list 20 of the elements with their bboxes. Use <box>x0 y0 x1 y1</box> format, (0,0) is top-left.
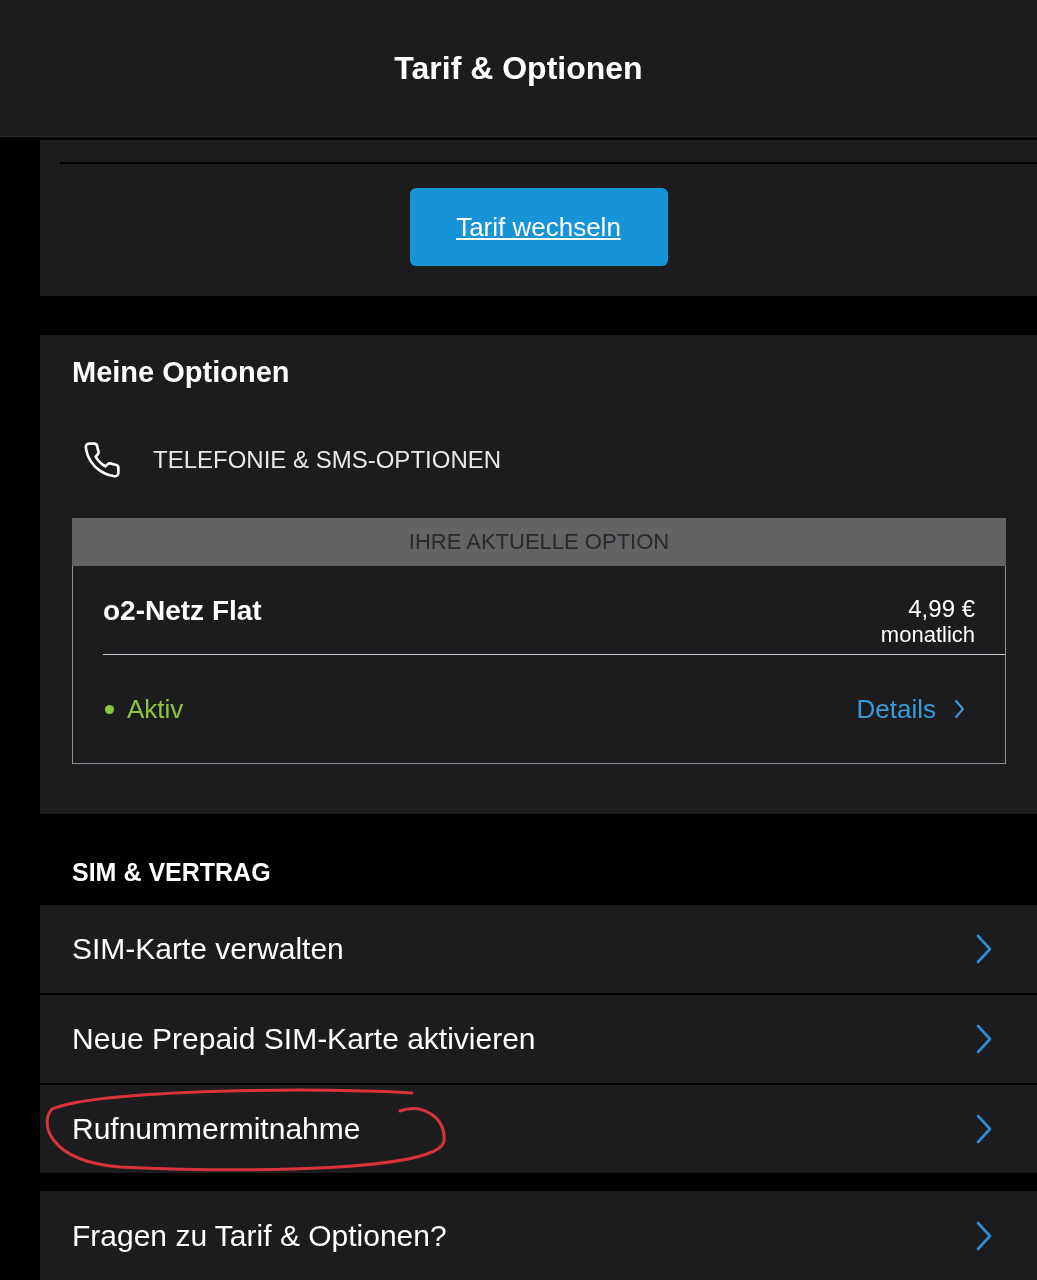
option-price: 4,99 € <box>908 596 975 622</box>
option-banner: IHRE AKTUELLE OPTION <box>72 518 1006 566</box>
option-name: o2-Netz Flat <box>103 594 262 628</box>
chevron-right-icon <box>975 1220 993 1252</box>
section-heading: SIM & VERTRAG <box>72 857 272 887</box>
details-link[interactable]: Details <box>856 693 965 725</box>
price-period: monatlich <box>880 622 975 648</box>
menu-row[interactable]: SIM-Karte verwalten <box>40 905 1037 993</box>
chevron-right-icon <box>975 1023 993 1055</box>
page-title: Tarif & Optionen <box>394 49 643 87</box>
menu-row[interactable]: Rufnummermitnahme <box>40 1085 1037 1173</box>
menu-row[interactable]: Fragen zu Tarif & Optionen? <box>40 1191 1037 1280</box>
chevron-right-icon <box>954 699 965 719</box>
section-title: Meine Optionen <box>72 355 291 389</box>
menu-row[interactable]: Neue Prepaid SIM-Karte aktivieren <box>40 995 1037 1083</box>
phone-icon <box>84 442 120 478</box>
chevron-right-icon <box>975 1113 993 1145</box>
chevron-right-icon <box>975 933 993 965</box>
category-label: TELEFONIE & SMS-OPTIONEN <box>153 446 502 474</box>
status-label: Aktiv <box>127 693 184 725</box>
